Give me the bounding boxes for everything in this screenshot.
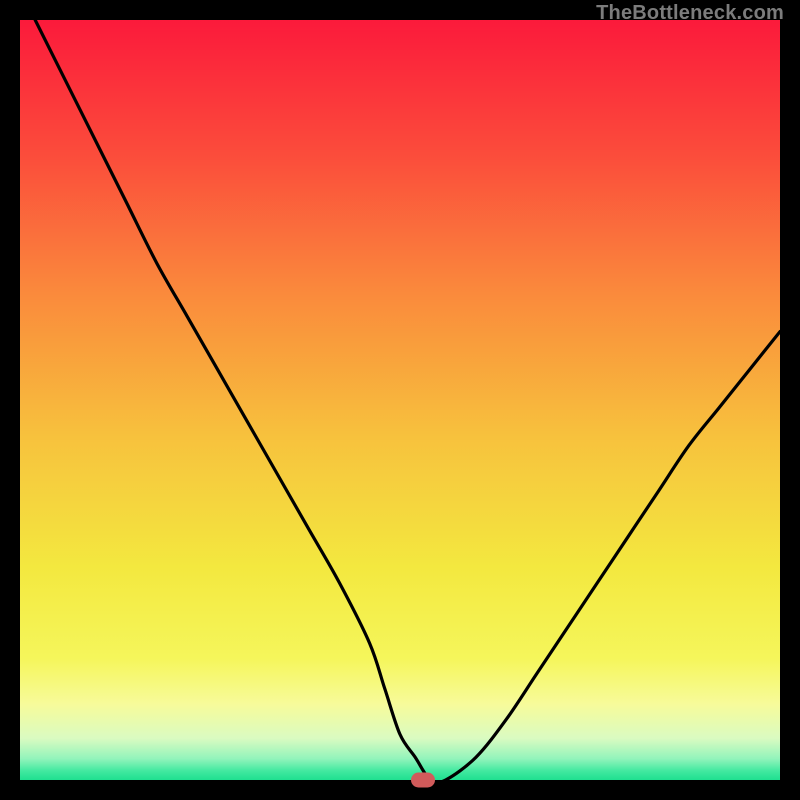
optimal-marker-icon: [411, 773, 435, 788]
bottleneck-curve: [20, 20, 780, 780]
plot-area: [20, 20, 780, 780]
chart-frame: TheBottleneck.com: [0, 0, 800, 800]
